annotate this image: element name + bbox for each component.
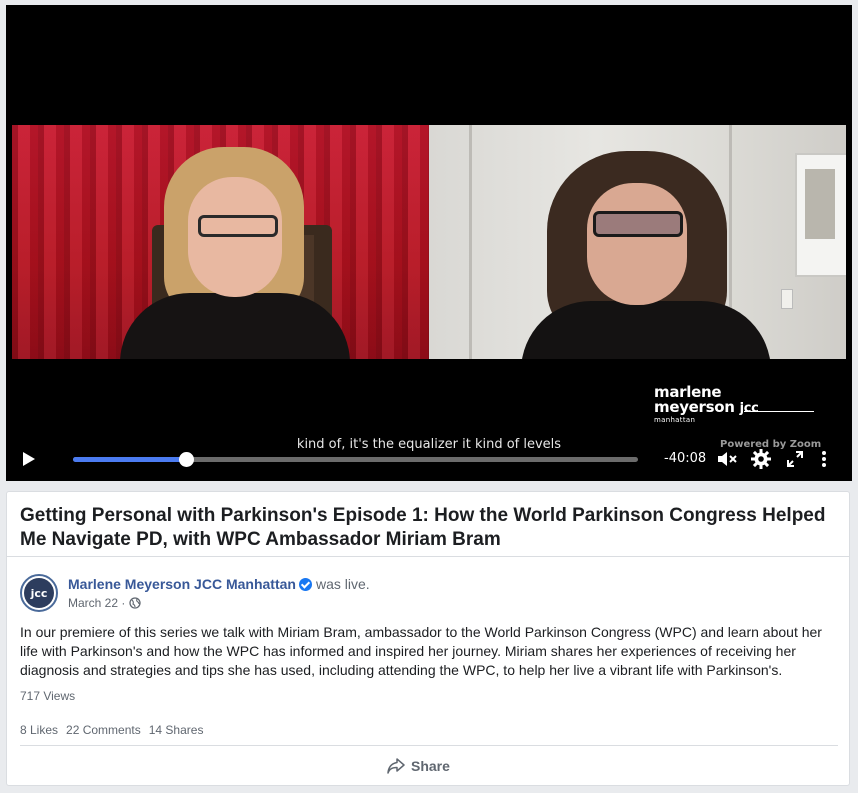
divider (7, 556, 849, 557)
share-button[interactable]: Share (387, 754, 467, 778)
progress-fill (73, 457, 186, 462)
mute-button[interactable] (714, 445, 740, 473)
video-frame (12, 125, 846, 359)
shares-count[interactable]: 14 Shares (149, 723, 204, 737)
play-icon (23, 452, 35, 466)
video-participant-right (429, 125, 846, 359)
author-line: Marlene Meyerson JCC Manhattan was live. (68, 576, 370, 592)
share-icon (387, 758, 405, 774)
engagement-stats: 8 Likes 22 Comments 14 Shares (20, 723, 203, 737)
video-participant-left (12, 125, 429, 359)
video-player[interactable]: marlene meyerson jcc manhattan kind of, … (6, 5, 852, 481)
author-name-link[interactable]: Marlene Meyerson JCC Manhattan (68, 576, 296, 592)
divider (20, 745, 838, 746)
post-description: In our premiere of this series we talk w… (20, 624, 822, 678)
post-meta: March 22 · (68, 596, 142, 610)
more-options-button[interactable] (816, 445, 832, 473)
play-button[interactable] (18, 445, 40, 473)
settings-button[interactable] (748, 445, 774, 473)
author-status: was live. (315, 576, 370, 592)
avatar[interactable]: jcc (20, 574, 58, 612)
fullscreen-icon (787, 451, 803, 467)
view-count: 717 Views (20, 689, 76, 703)
share-label: Share (411, 758, 450, 774)
progress-scrubber[interactable] (179, 452, 194, 467)
verified-badge-icon (298, 578, 312, 591)
likes-count[interactable]: 8 Likes (20, 723, 58, 737)
post-date-link[interactable]: March 22 · (68, 596, 125, 610)
globe-icon (129, 597, 142, 609)
brand-watermark: marlene meyerson jcc manhattan (654, 385, 814, 424)
gear-icon (751, 449, 771, 469)
volume-muted-icon (718, 452, 737, 466)
avatar-logo: jcc (24, 578, 54, 608)
time-remaining: -40:08 (664, 451, 707, 466)
fullscreen-button[interactable] (782, 445, 808, 473)
progress-bar[interactable] (73, 452, 638, 467)
video-title: Getting Personal with Parkinson's Episod… (20, 505, 826, 550)
comments-count[interactable]: 22 Comments (66, 723, 141, 737)
player-controls: -40:08 (6, 445, 852, 473)
post-card: Getting Personal with Parkinson's Episod… (6, 491, 850, 786)
more-vertical-icon (822, 451, 826, 467)
